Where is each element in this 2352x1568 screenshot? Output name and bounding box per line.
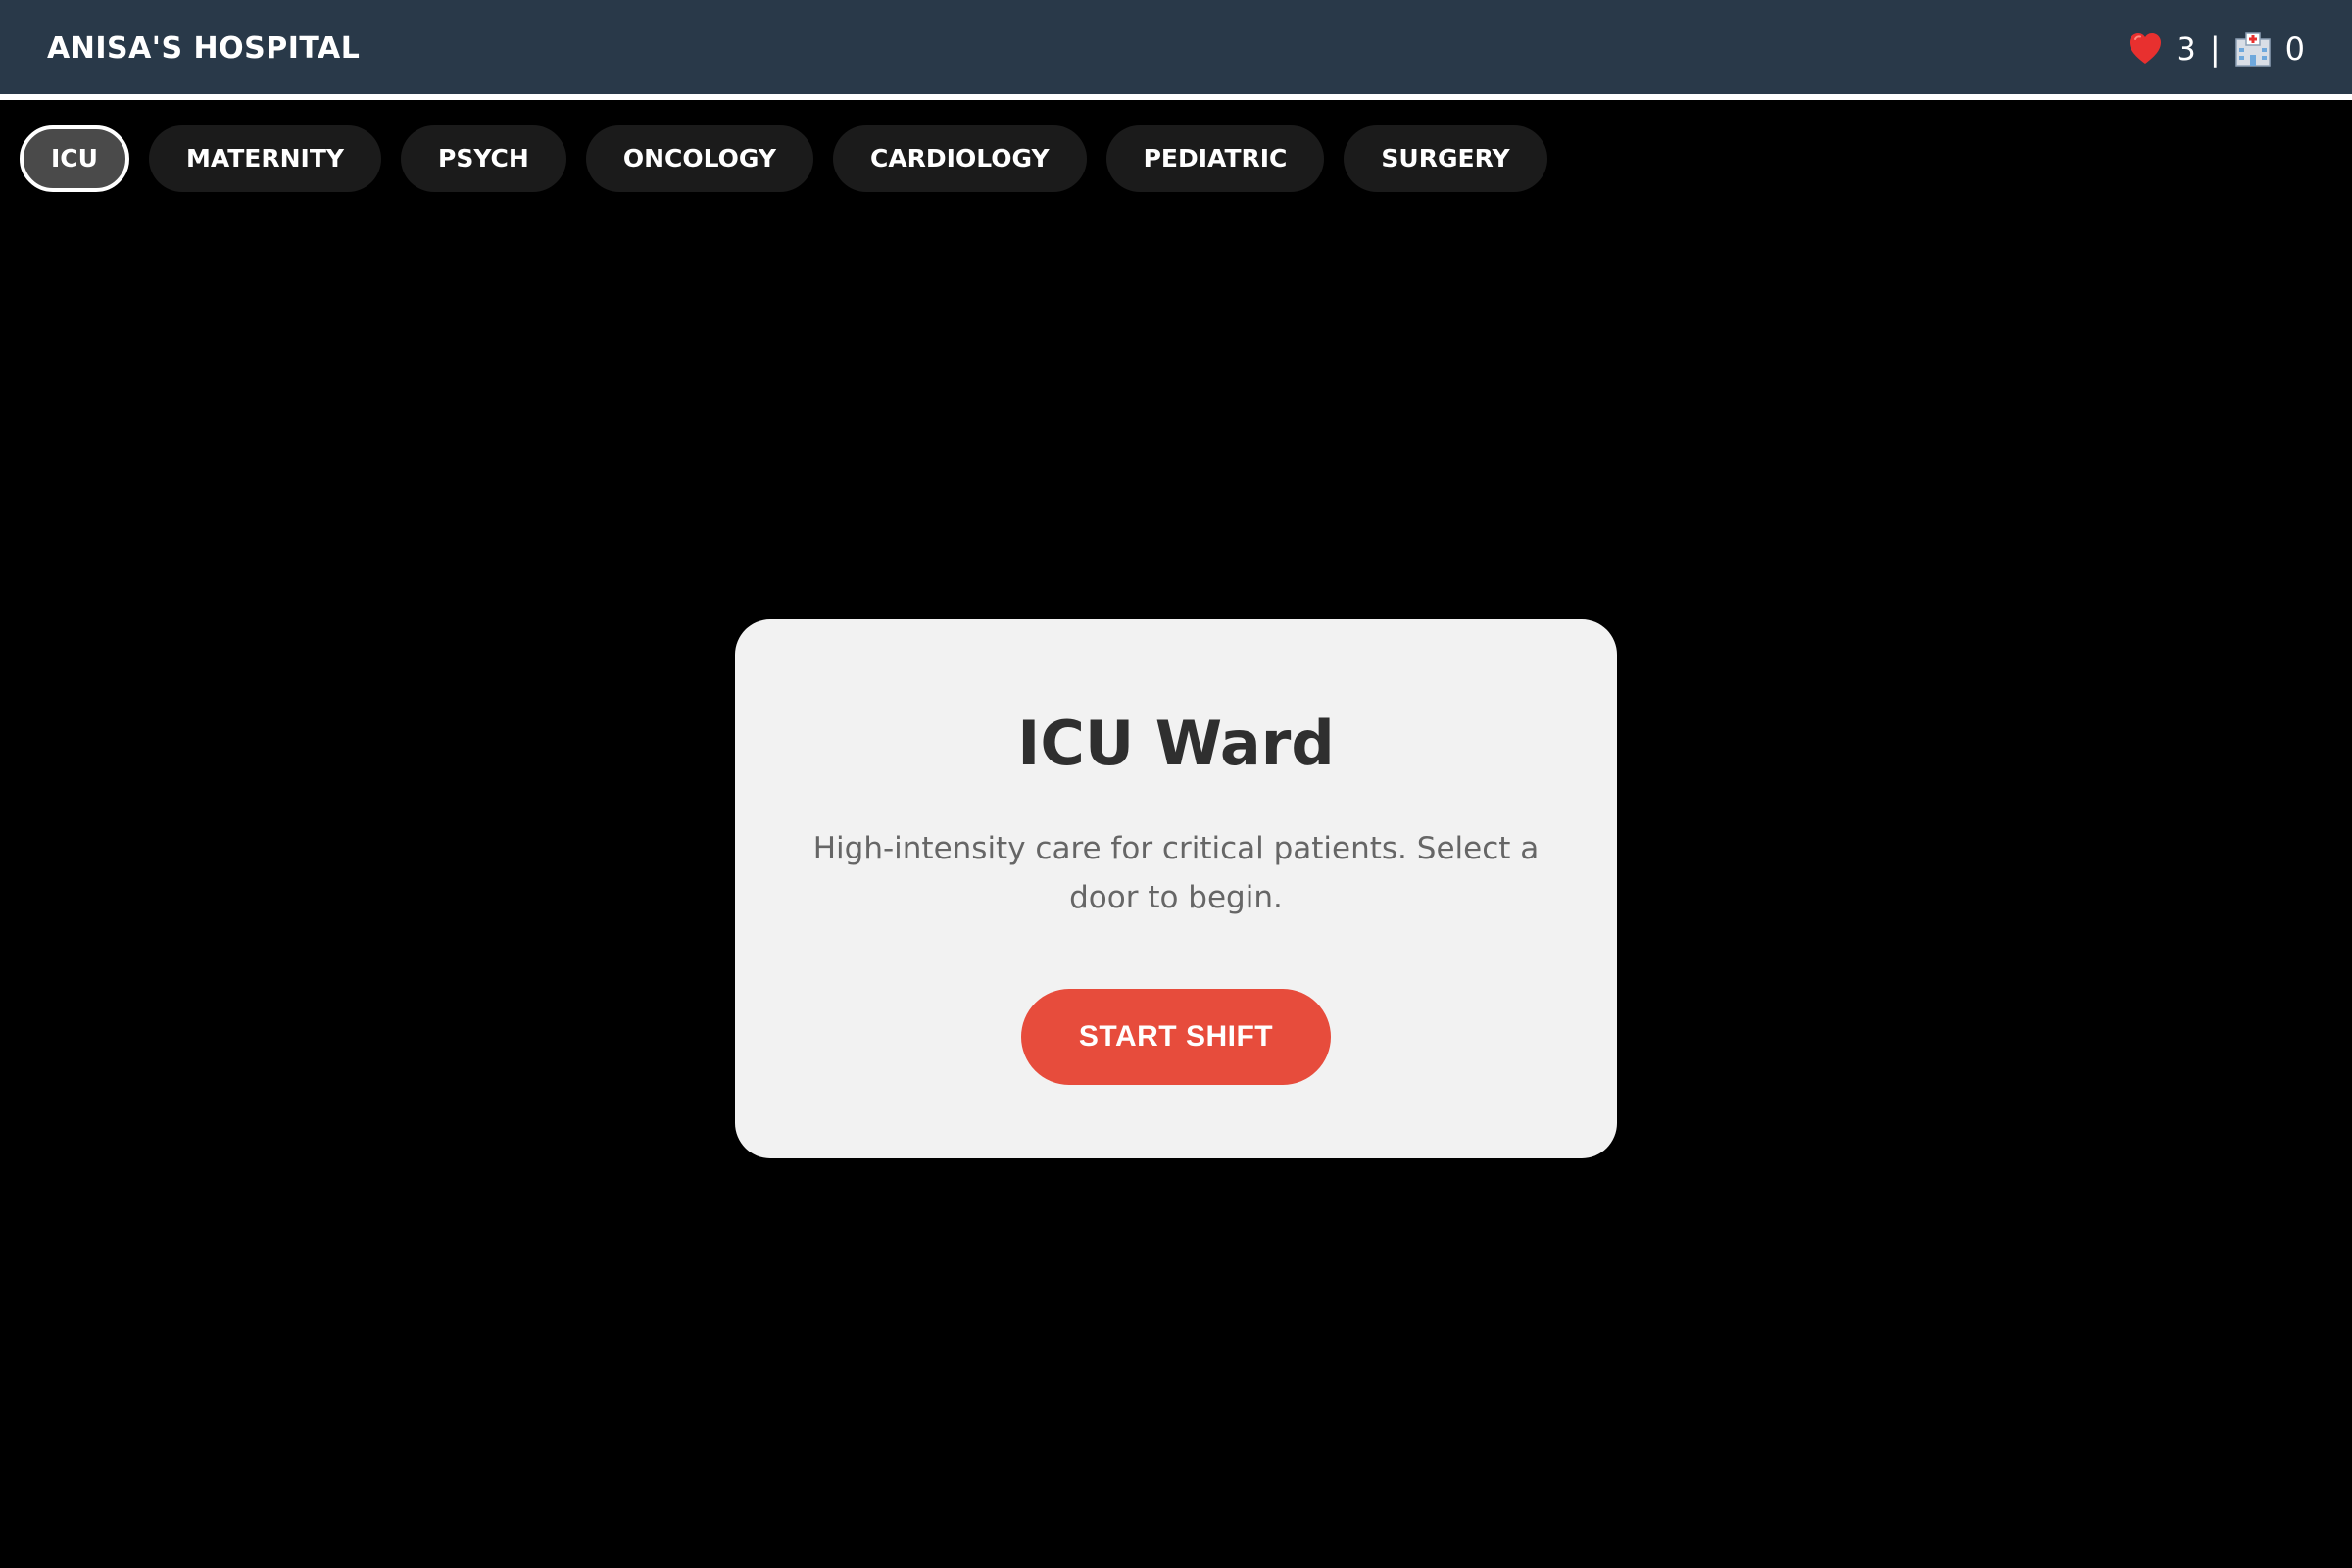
stats-separator: | xyxy=(2209,30,2221,68)
tab-oncology[interactable]: ONCOLOGY xyxy=(585,125,813,192)
tab-pediatric[interactable]: PEDIATRIC xyxy=(1105,125,1325,192)
hospital-icon xyxy=(2234,31,2272,67)
app-title: ANISA'S HOSPITAL xyxy=(47,31,361,66)
ward-tabs: ICU MATERNITY PSYCH ONCOLOGY CARDIOLOGY … xyxy=(20,125,1547,192)
ward-card: ICU Ward High-intensity care for critica… xyxy=(735,619,1617,1158)
patients-count: 0 xyxy=(2284,30,2305,68)
tab-surgery[interactable]: SURGERY xyxy=(1344,125,1547,192)
tab-icu[interactable]: ICU xyxy=(20,125,129,192)
ward-description: High-intensity care for critical patient… xyxy=(812,831,1540,915)
heart-icon xyxy=(2128,31,2163,67)
ward-title: ICU Ward xyxy=(1017,708,1335,779)
start-shift-button[interactable]: START SHIFT xyxy=(1021,989,1331,1085)
tab-maternity[interactable]: MATERNITY xyxy=(148,125,382,192)
stats-display: 3 | 0 xyxy=(2128,0,2305,98)
tab-cardiology[interactable]: CARDIOLOGY xyxy=(832,125,1087,192)
lives-count: 3 xyxy=(2176,30,2196,68)
top-bar: ANISA'S HOSPITAL 3 | 0 xyxy=(0,0,2352,100)
tab-psych[interactable]: PSYCH xyxy=(401,125,566,192)
